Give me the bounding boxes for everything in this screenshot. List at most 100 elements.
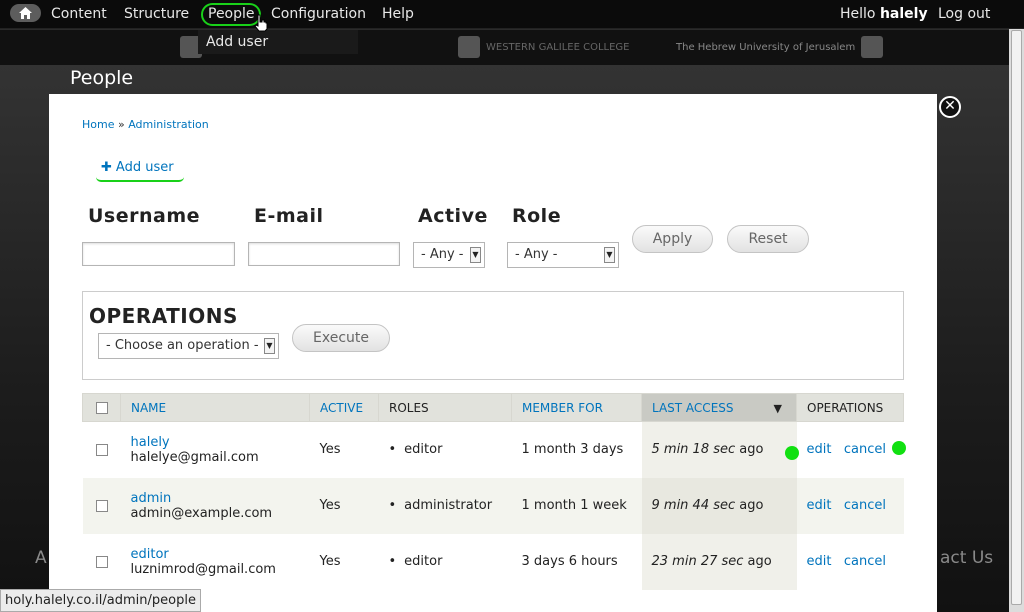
role-value: editor xyxy=(404,442,443,458)
header-last-access[interactable]: LAST ACCESS ▼ xyxy=(641,393,797,422)
chevron-down-icon: ▼ xyxy=(470,247,481,263)
chevron-down-icon: ▼ xyxy=(264,338,275,354)
breadcrumb-separator: » xyxy=(117,118,125,131)
home-icon xyxy=(19,7,32,19)
logout-link[interactable]: Log out xyxy=(938,6,990,22)
row-checkbox[interactable] xyxy=(95,443,108,456)
breadcrumb-administration[interactable]: Administration xyxy=(128,118,209,131)
header-logo-text: The Hebrew University of Jerusalem xyxy=(676,41,856,53)
operations-cell: edit cancel xyxy=(796,477,904,534)
active-cell: Yes xyxy=(309,477,379,534)
background-text-left: A xyxy=(35,548,47,568)
member-for-cell: 3 days 6 hours xyxy=(511,533,642,590)
username-input[interactable] xyxy=(82,242,235,266)
edit-link[interactable]: edit xyxy=(807,498,832,513)
table-header-row: NAME ACTIVE ROLES MEMBER FOR LAST ACCESS… xyxy=(82,393,904,422)
operation-select-value: - Choose an operation - xyxy=(106,338,259,353)
last-access-time: 9 min 44 sec xyxy=(651,498,736,513)
header-member-for[interactable]: MEMBER FOR xyxy=(511,393,642,422)
user-name-link[interactable]: admin xyxy=(131,491,172,506)
username-filter-label: Username xyxy=(88,205,201,227)
menu-structure[interactable]: Structure xyxy=(124,6,189,22)
annotation-dot xyxy=(892,441,906,455)
active-select-value: - Any - xyxy=(421,247,464,262)
user-email: luznimrod@gmail.com xyxy=(130,561,276,577)
member-for-cell: 1 month 3 days xyxy=(511,421,642,478)
operations-cell: edit cancel xyxy=(796,421,904,478)
sort-desc-icon: ▼ xyxy=(773,402,782,415)
header-operations: OPERATIONS xyxy=(796,393,904,422)
page-title: People xyxy=(70,67,134,89)
row-select-cell xyxy=(82,421,121,478)
users-table: NAME ACTIVE ROLES MEMBER FOR LAST ACCESS… xyxy=(82,393,904,590)
cancel-link[interactable]: cancel xyxy=(844,498,886,513)
roles-cell: • editor xyxy=(378,421,512,478)
hand-cursor-icon xyxy=(254,14,268,32)
site-header: WESTERN GALILEE COLLEGE The Hebrew Unive… xyxy=(0,30,1009,65)
bullet-icon: • xyxy=(388,442,397,458)
row-checkbox[interactable] xyxy=(95,499,108,512)
header-roles: ROLES xyxy=(378,393,512,422)
dropdown-add-user[interactable]: Add user xyxy=(206,34,268,50)
last-access-suffix: ago xyxy=(735,498,764,513)
add-user-link[interactable]: ✚ Add user xyxy=(101,160,174,175)
greeting-prefix: Hello xyxy=(840,6,880,22)
home-button[interactable] xyxy=(10,4,41,22)
operations-cell: edit cancel xyxy=(796,533,904,590)
last-access-cell: 23 min 27 sec ago xyxy=(641,533,797,590)
user-name-link[interactable]: halely xyxy=(131,435,170,450)
name-cell: editor luznimrod@gmail.com xyxy=(120,533,310,590)
last-access-cell: 5 min 18 sec ago xyxy=(641,421,797,478)
breadcrumb-home[interactable]: Home xyxy=(82,118,114,131)
bullet-icon: • xyxy=(388,554,397,569)
cancel-link[interactable]: cancel xyxy=(844,442,886,457)
active-cell: Yes xyxy=(309,421,379,478)
select-all-header xyxy=(82,393,121,422)
cancel-link[interactable]: cancel xyxy=(844,554,886,569)
logo-icon xyxy=(861,36,884,58)
chevron-down-icon: ▼ xyxy=(604,247,615,263)
row-checkbox[interactable] xyxy=(95,555,108,568)
email-input[interactable] xyxy=(248,242,400,266)
reset-button[interactable]: Reset xyxy=(727,225,809,253)
operation-select[interactable]: - Choose an operation - ▼ xyxy=(98,333,279,359)
user-name-link[interactable]: editor xyxy=(131,547,169,562)
annotation-circle xyxy=(201,3,261,26)
logo-icon xyxy=(458,36,480,58)
breadcrumb: Home » Administration xyxy=(82,118,209,131)
user-greeting: Hello halely xyxy=(840,6,928,22)
member-for-cell: 1 month 1 week xyxy=(511,477,642,534)
row-select-cell xyxy=(82,533,121,590)
bullet-icon: • xyxy=(388,498,397,513)
greeting-username[interactable]: halely xyxy=(880,6,928,22)
header-name[interactable]: NAME xyxy=(120,393,310,422)
role-filter-label: Role xyxy=(512,205,562,227)
admin-toolbar: Content Structure People Configuration H… xyxy=(0,0,1024,29)
role-select[interactable]: - Any - ▼ xyxy=(507,242,619,268)
active-select[interactable]: - Any - ▼ xyxy=(413,242,485,268)
last-access-suffix: ago xyxy=(735,442,764,458)
plus-icon: ✚ xyxy=(101,160,112,175)
user-email: halelye@gmail.com xyxy=(130,449,259,465)
execute-button[interactable]: Execute xyxy=(292,324,390,352)
overlay-dialog: Home » Administration ✚ Add user Username… xyxy=(49,94,937,612)
menu-configuration[interactable]: Configuration xyxy=(271,6,366,22)
menu-help[interactable]: Help xyxy=(382,6,414,22)
close-icon[interactable]: ✕ xyxy=(939,96,961,118)
role-select-value: - Any - xyxy=(515,247,558,262)
edit-link[interactable]: edit xyxy=(807,442,832,457)
select-all-checkbox[interactable] xyxy=(95,402,108,414)
edit-link[interactable]: edit xyxy=(807,554,832,569)
roles-cell: • editor xyxy=(378,533,512,590)
background-text-right: act Us xyxy=(940,548,994,568)
role-value: editor xyxy=(404,554,443,569)
page-scrollbar-thumb[interactable] xyxy=(1011,30,1022,605)
operations-title: OPERATIONS xyxy=(89,304,238,328)
menu-content[interactable]: Content xyxy=(51,6,107,22)
header-logo-text: WESTERN GALILEE COLLEGE xyxy=(486,41,630,53)
name-cell: admin admin@example.com xyxy=(120,477,310,534)
name-cell: halely halelye@gmail.com xyxy=(120,421,310,478)
apply-button[interactable]: Apply xyxy=(632,225,713,253)
header-active[interactable]: ACTIVE xyxy=(309,393,379,422)
active-filter-label: Active xyxy=(418,205,488,227)
